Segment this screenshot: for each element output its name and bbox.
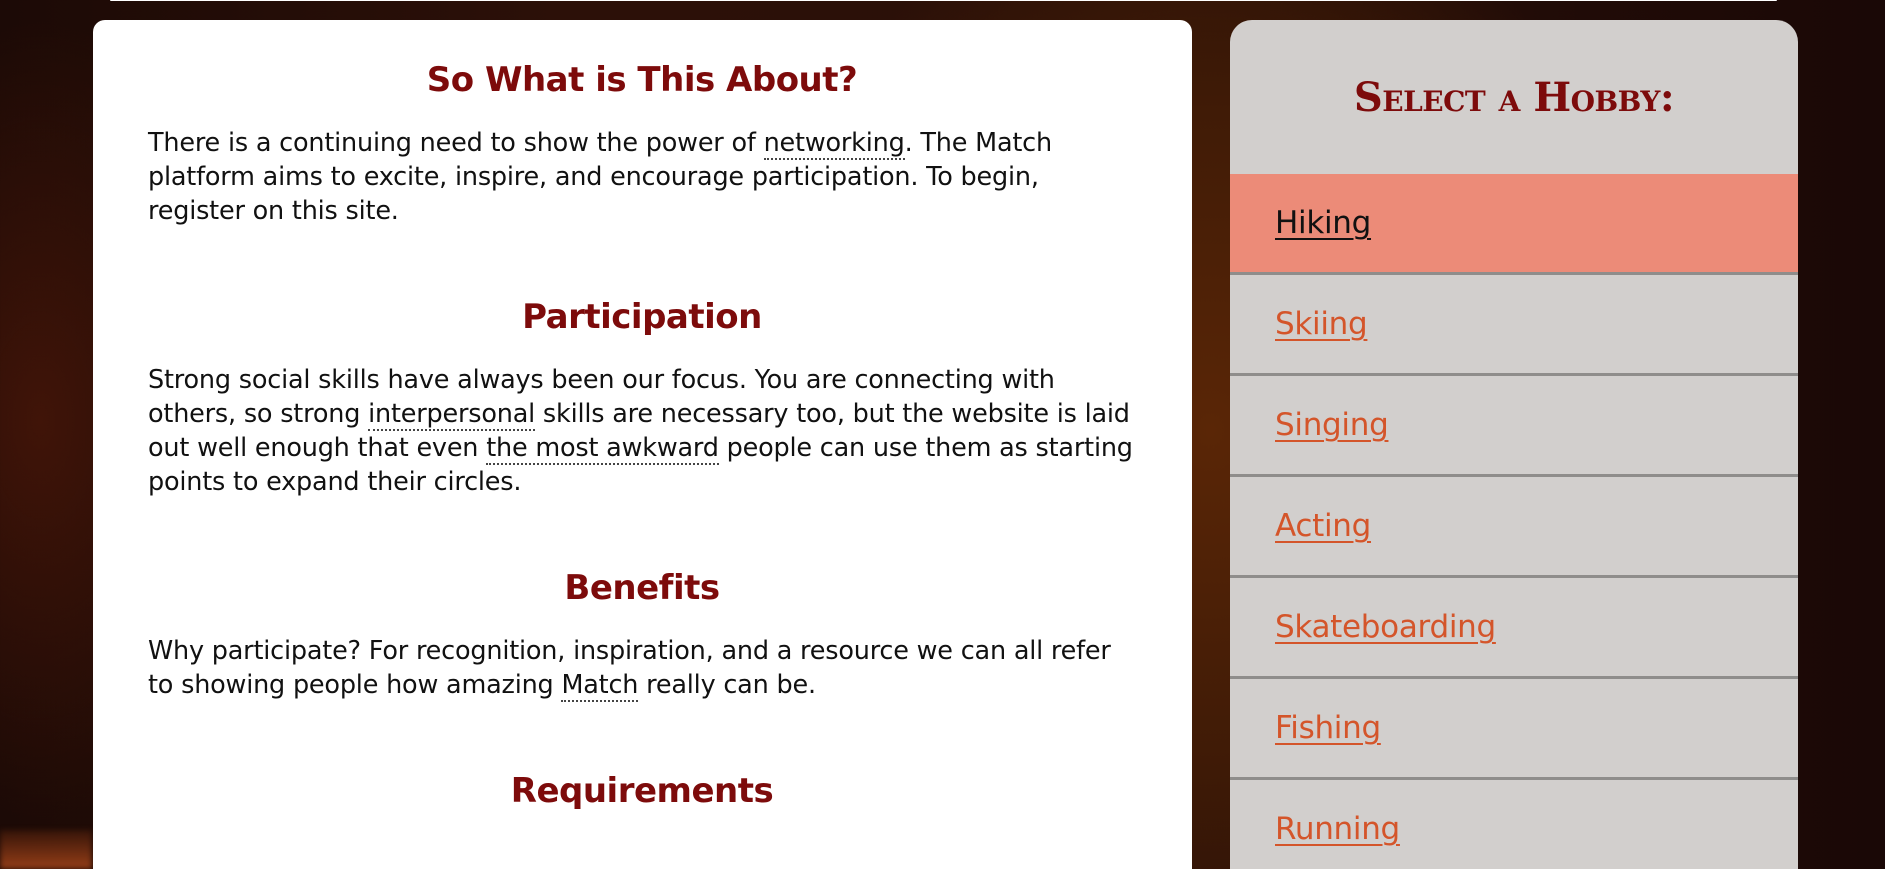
hobby-item-skateboarding[interactable]: Skateboarding bbox=[1230, 578, 1798, 679]
hobby-item-acting[interactable]: Acting bbox=[1230, 477, 1798, 578]
section-about: So What is This About? There is a contin… bbox=[148, 58, 1136, 228]
networking-term[interactable]: networking bbox=[763, 128, 905, 160]
hobby-link-singing[interactable]: Singing bbox=[1275, 407, 1389, 443]
hobby-link-fishing[interactable]: Fishing bbox=[1275, 710, 1381, 746]
hobby-item-skiing[interactable]: Skiing bbox=[1230, 275, 1798, 376]
hobby-link-acting[interactable]: Acting bbox=[1275, 508, 1371, 544]
awkward-term[interactable]: the most awkward bbox=[486, 433, 719, 465]
top-bar bbox=[110, 0, 1777, 1]
section-requirements: Requirements bbox=[148, 769, 1136, 813]
hobby-link-running[interactable]: Running bbox=[1275, 811, 1400, 847]
section-heading: Participation bbox=[522, 297, 762, 337]
section-text: There is a continuing need to show the p… bbox=[148, 128, 1052, 226]
section-benefits: Benefits Why participate? For recognitio… bbox=[148, 566, 1136, 702]
hobby-item-hiking[interactable]: Hiking bbox=[1230, 174, 1798, 275]
hobby-list: Hiking Skiing Singing Acting Skateboardi… bbox=[1230, 174, 1798, 869]
section-heading: Benefits bbox=[564, 568, 720, 608]
hobby-item-fishing[interactable]: Fishing bbox=[1230, 679, 1798, 780]
hobby-link-hiking[interactable]: Hiking bbox=[1275, 205, 1371, 241]
background-glow bbox=[0, 830, 92, 869]
hobby-sidebar-title: Select a Hobby: bbox=[1353, 73, 1675, 121]
match-term[interactable]: Match bbox=[561, 670, 638, 702]
hobby-link-skiing[interactable]: Skiing bbox=[1275, 306, 1368, 342]
hobby-link-skateboarding[interactable]: Skateboarding bbox=[1275, 609, 1496, 645]
section-text: Why participate? For recognition, inspir… bbox=[148, 636, 1111, 702]
hobby-sidebar: Select a Hobby: Hiking Skiing Singing Ac… bbox=[1230, 20, 1798, 869]
section-heading: Requirements bbox=[510, 771, 774, 811]
section-text: Strong social skills have always been ou… bbox=[148, 365, 1133, 497]
section-heading: So What is This About? bbox=[426, 60, 858, 100]
hobby-item-running[interactable]: Running bbox=[1230, 780, 1798, 869]
interpersonal-term[interactable]: interpersonal bbox=[368, 399, 535, 431]
section-participation: Participation Strong social skills have … bbox=[148, 295, 1136, 499]
hobby-item-singing[interactable]: Singing bbox=[1230, 376, 1798, 477]
content-panel: So What is This About? There is a contin… bbox=[93, 20, 1192, 869]
